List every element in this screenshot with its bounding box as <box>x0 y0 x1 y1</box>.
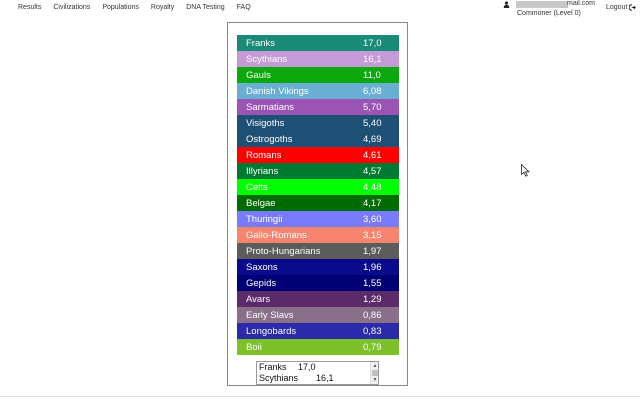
population-row: Scythians 16,1 <box>237 51 399 67</box>
population-value: 1,29 <box>363 293 382 305</box>
listbox-item-name: Scythians <box>259 373 299 383</box>
population-name: Boii <box>246 341 262 353</box>
population-name: Romans <box>246 149 282 161</box>
population-name: Avars <box>246 293 271 305</box>
logout-button[interactable]: Logout <box>606 4 637 11</box>
population-value: 17,0 <box>363 37 382 49</box>
population-row: Proto-Hungarians 1,97 <box>237 243 399 259</box>
nav-links: Results Civilizations Populations Royalt… <box>18 4 251 11</box>
population-value: 16,1 <box>363 53 382 65</box>
population-row: Gauls 11,0 <box>237 67 399 83</box>
results-listbox[interactable]: Franks 17,0 Scythians 16,1 ▲ ▼ <box>256 361 379 385</box>
population-name: Saxons <box>246 261 278 273</box>
population-value: 0,83 <box>363 325 382 337</box>
population-list: Franks 17,0 Scythians 16,1 Gauls 11,0 Danish V… <box>237 35 399 355</box>
population-value: 3,60 <box>363 213 382 225</box>
population-value: 3,15 <box>363 229 382 241</box>
population-row: Belgae 4,17 <box>237 195 399 211</box>
population-value: 1,55 <box>363 277 382 289</box>
listbox-scrollbar[interactable]: ▲ ▼ <box>370 362 378 384</box>
nav-link-royalty[interactable]: Royalty <box>151 4 174 11</box>
nav-link-faq[interactable]: FAQ <box>237 4 251 11</box>
user-email-redacted <box>516 1 568 8</box>
population-name: Franks <box>246 37 276 49</box>
population-name: Scythians <box>246 53 288 65</box>
population-row: Avars 1,29 <box>237 291 399 307</box>
user-level: Commoner (Level 0) <box>517 10 581 17</box>
listbox-item[interactable]: Franks 17,0 <box>257 362 378 373</box>
population-row: Gallo-Romans 3,15 <box>237 227 399 243</box>
population-row: Celts 4,48 <box>237 179 399 195</box>
population-row: Sarmatians 5,70 <box>237 99 399 115</box>
population-row: Ostrogoths 4,69 <box>237 131 399 147</box>
population-value: 1,96 <box>363 261 382 273</box>
logout-icon <box>629 4 637 11</box>
population-name: Sarmatians <box>246 101 295 113</box>
listbox-item[interactable]: Scythians 16,1 <box>257 373 378 384</box>
nav-link-civilizations[interactable]: Civilizations <box>53 4 90 11</box>
listbox-item-value: 17,0 <box>298 362 316 372</box>
population-name: Gallo-Romans <box>246 229 307 241</box>
population-value: 5,40 <box>363 117 382 129</box>
population-name: Proto-Hungarians <box>246 245 321 257</box>
population-value: 4,61 <box>363 149 382 161</box>
population-row: Romans 4,61 <box>237 147 399 163</box>
population-row: Thuringii 3,60 <box>237 211 399 227</box>
scroll-up-icon[interactable]: ▲ <box>372 363 378 369</box>
population-name: Ostrogoths <box>246 133 293 145</box>
population-name: Visigoths <box>246 117 285 129</box>
scroll-down-icon[interactable]: ▼ <box>372 377 378 383</box>
population-value: 6,08 <box>363 85 382 97</box>
population-row: Boii 0,79 <box>237 339 399 355</box>
user-area[interactable]: mail.com Commoner (Level 0) <box>503 0 603 20</box>
population-value: 4,48 <box>363 181 382 193</box>
nav-link-dna-testing[interactable]: DNA Testing <box>186 4 224 11</box>
footer-divider <box>0 396 640 397</box>
population-name: Celts <box>246 181 268 193</box>
population-row: Saxons 1,96 <box>237 259 399 275</box>
population-value: 11,0 <box>363 69 381 81</box>
population-value: 5,70 <box>363 101 382 113</box>
population-name: Illyrians <box>246 165 279 177</box>
listbox-item-name: Franks <box>259 362 287 372</box>
population-row: Visigoths 5,40 <box>237 115 399 131</box>
nav-link-populations[interactable]: Populations <box>102 4 139 11</box>
population-value: 1,97 <box>363 245 382 257</box>
population-row: Early Slavs 0,86 <box>237 307 399 323</box>
population-name: Danish Vikings <box>246 85 309 97</box>
population-value: 0,86 <box>363 309 382 321</box>
population-name: Gepids <box>246 277 277 289</box>
population-name: Early Slavs <box>246 309 294 321</box>
population-value: 4,17 <box>363 197 382 209</box>
top-navigation: Results Civilizations Populations Royalt… <box>0 0 640 20</box>
population-row: Longobards 0,83 <box>237 323 399 339</box>
population-name: Thuringii <box>246 213 283 225</box>
results-panel: Franks 17,0 Scythians 16,1 Gauls 11,0 Danish V… <box>227 22 408 386</box>
nav-link-results[interactable]: Results <box>18 4 41 11</box>
user-icon <box>503 1 510 8</box>
population-value: 4,57 <box>363 165 382 177</box>
population-name: Gauls <box>246 69 271 81</box>
population-row: Danish Vikings 6,08 <box>237 83 399 99</box>
mouse-cursor-icon <box>521 164 530 177</box>
population-name: Longobards <box>246 325 297 337</box>
population-value: 4,69 <box>363 133 382 145</box>
population-value: 0,79 <box>363 341 382 353</box>
logout-label: Logout <box>606 4 628 11</box>
user-email: mail.com <box>567 0 596 7</box>
population-row: Gepids 1,55 <box>237 275 399 291</box>
population-row: Illyrians 4,57 <box>237 163 399 179</box>
scroll-thumb[interactable] <box>372 370 378 376</box>
population-name: Belgae <box>246 197 276 209</box>
population-row: Franks 17,0 <box>237 35 399 51</box>
listbox-item-value: 16,1 <box>316 373 334 383</box>
